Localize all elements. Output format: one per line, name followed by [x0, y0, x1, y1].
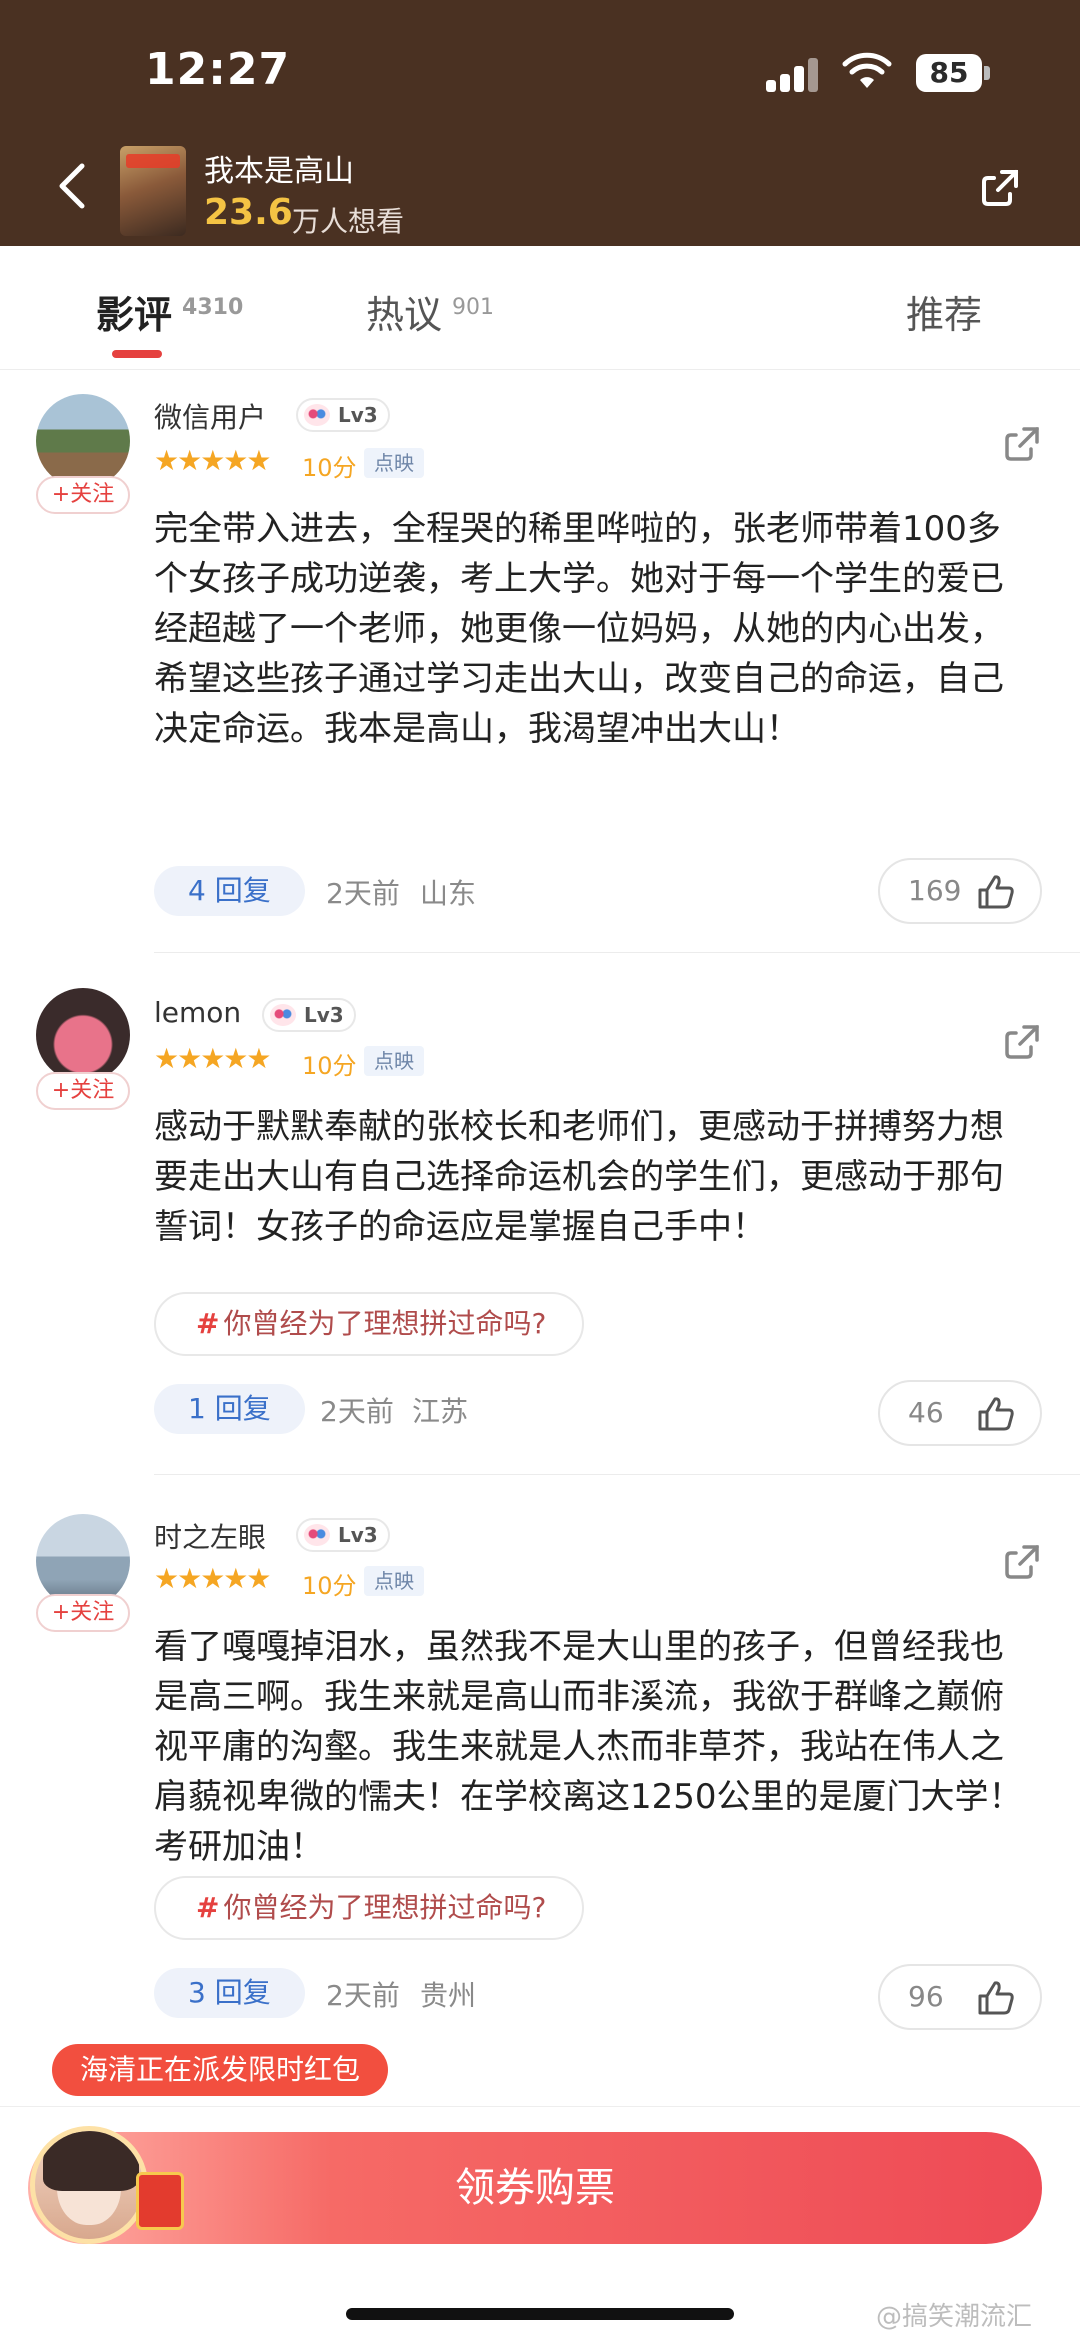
movie-title: 我本是高山	[204, 154, 354, 189]
host-avatar[interactable]	[30, 2126, 148, 2244]
rating-stars: ★★★★★	[154, 1042, 272, 1075]
like-count: 169	[908, 874, 962, 907]
reply-button[interactable]: 4 回复	[154, 866, 305, 916]
hashtag-icon: #	[196, 1307, 220, 1340]
review-time: 2天前	[320, 1395, 394, 1428]
username[interactable]: 时之左眼	[154, 1516, 266, 1556]
wifi-icon	[842, 52, 892, 88]
topic-chip[interactable]: # 你曾经为了理想拼过命吗?	[154, 1876, 585, 1940]
review-text[interactable]: 感动于默默奉献的张校长和老师们，更感动于拼搏努力想要走出大山有自己选择命运机会的…	[154, 1102, 1034, 1252]
rating-stars: ★★★★★	[154, 1562, 272, 1595]
share-icon[interactable]	[1002, 1542, 1042, 1582]
share-icon[interactable]	[978, 166, 1022, 210]
share-icon[interactable]	[1002, 1022, 1042, 1062]
like-button[interactable]: 169	[878, 858, 1042, 924]
preview-tag: 点映	[364, 448, 424, 478]
review-text[interactable]: 看了嘎嘎掉泪水，虽然我不是大山里的孩子，但曾经我也是高三啊。我生来就是高山而非溪…	[154, 1622, 1034, 1872]
avatar[interactable]	[36, 988, 130, 1082]
review-location: 贵州	[420, 1979, 477, 2012]
movie-header: 12:27 85 我本是高山 23.6 万人想看	[0, 0, 1080, 246]
divider	[154, 1474, 1080, 1475]
avatar[interactable]	[36, 394, 130, 488]
reply-button[interactable]: 3 回复	[154, 1968, 305, 2018]
red-envelope-icon[interactable]	[136, 2172, 184, 2230]
active-tab-indicator	[112, 350, 162, 358]
tab-discussion[interactable]: 热议 901	[366, 284, 494, 339]
preview-tag: 点映	[364, 1046, 424, 1076]
battery-indicator: 85	[916, 54, 982, 92]
tab-recommend[interactable]: 推荐	[906, 284, 982, 339]
like-button[interactable]: 46	[878, 1380, 1042, 1446]
username[interactable]: 微信用户	[154, 396, 266, 436]
rating-score: 10分	[302, 1052, 357, 1080]
review-text[interactable]: 完全带入进去，全程哭的稀里哗啦的，张老师带着100多个女孩子成功逆袭，考上大学。…	[154, 504, 1034, 754]
review-time: 2天前	[326, 1979, 400, 2012]
review-location: 山东	[420, 877, 477, 910]
rating-score: 10分	[302, 454, 357, 482]
review-time: 2天前	[326, 877, 400, 910]
promo-bubble[interactable]: 海清正在派发限时红包	[52, 2044, 389, 2096]
battery-tip-icon	[984, 66, 990, 80]
status-time: 12:27	[145, 44, 291, 95]
follow-button[interactable]: +关注	[36, 476, 130, 514]
thumbs-up-icon	[978, 875, 1014, 909]
hashtag-icon: #	[196, 1891, 220, 1924]
want-label: 万人想看	[292, 205, 405, 238]
tab-count: 901	[452, 295, 495, 320]
movie-poster[interactable]	[120, 146, 186, 236]
tab-reviews[interactable]: 影评 4310	[96, 284, 243, 339]
tab-label: 推荐	[906, 293, 983, 337]
review-tabs: 影评 4310 热议 901 推荐	[0, 246, 1080, 370]
want-count: 23.6	[204, 192, 293, 233]
like-button[interactable]: 96	[878, 1964, 1042, 2030]
signal-icon	[766, 58, 824, 92]
preview-tag: 点映	[364, 1566, 424, 1596]
tab-label: 影评	[96, 293, 173, 337]
level-badge: Lv3	[296, 1518, 390, 1552]
tab-label: 热议	[366, 293, 443, 337]
topic-label: 你曾经为了理想拼过命吗?	[223, 1891, 547, 1924]
level-badge: Lv3	[262, 998, 356, 1032]
reply-button[interactable]: 1 回复	[154, 1384, 305, 1434]
watermark: @搞笑潮流汇	[876, 2302, 1033, 2332]
like-count: 96	[908, 1980, 944, 2013]
share-icon[interactable]	[1002, 424, 1042, 464]
tab-count: 4310	[182, 295, 244, 320]
follow-button[interactable]: +关注	[36, 1072, 130, 1110]
thumbs-up-icon	[978, 1981, 1014, 2015]
username[interactable]: lemon	[154, 996, 241, 1029]
chevron-left-icon[interactable]	[54, 162, 90, 210]
rating-score: 10分	[302, 1572, 357, 1600]
level-badge: Lv3	[296, 398, 390, 432]
review-location: 江苏	[412, 1395, 469, 1428]
home-indicator	[346, 2308, 734, 2320]
topic-chip[interactable]: # 你曾经为了理想拼过命吗?	[154, 1292, 585, 1356]
status-bar: 12:27 85	[0, 0, 1080, 140]
topic-label: 你曾经为了理想拼过命吗?	[223, 1307, 547, 1340]
follow-button[interactable]: +关注	[36, 1594, 130, 1632]
rating-stars: ★★★★★	[154, 444, 272, 477]
divider	[154, 952, 1080, 953]
thumbs-up-icon	[978, 1397, 1014, 1431]
like-count: 46	[908, 1396, 944, 1429]
